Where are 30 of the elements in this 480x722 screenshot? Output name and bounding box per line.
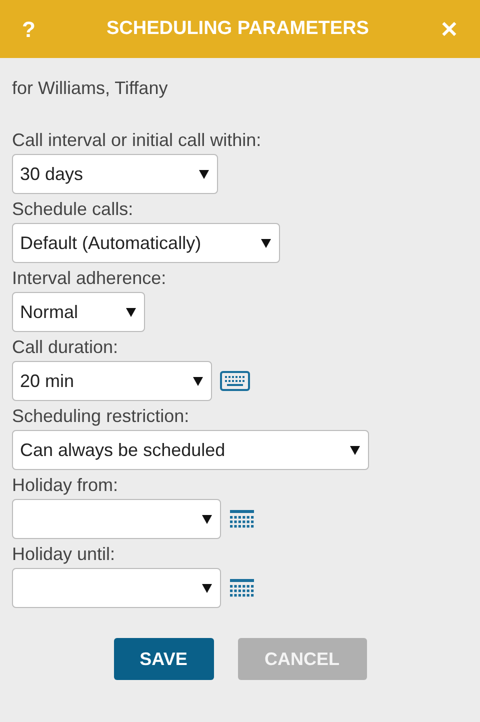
- calendar-icon[interactable]: [229, 509, 255, 529]
- dropdown[interactable]: 30 days: [12, 154, 218, 194]
- dropdown[interactable]: Default (Automatically): [12, 223, 280, 263]
- dropdown[interactable]: Can always be scheduled: [12, 430, 369, 470]
- subtitle: for Williams, Tiffany: [12, 77, 169, 100]
- dropdown-value: 30 days: [20, 162, 84, 186]
- field-label: Interval adherence:: [12, 267, 168, 289]
- calendar-icon[interactable]: [229, 578, 255, 598]
- keyboard-icon[interactable]: [220, 371, 250, 391]
- field-label: Call duration:: [12, 336, 120, 358]
- caret-icon: [202, 514, 212, 524]
- caret-icon: [126, 308, 136, 316]
- field-label: Schedule calls:: [12, 198, 134, 220]
- caret-icon: [202, 584, 212, 592]
- field-label: Holiday until:: [12, 543, 116, 565]
- caret-icon: [350, 446, 360, 454]
- dropdown-value: Can always be scheduled: [20, 438, 226, 462]
- dropdown[interactable]: Normal: [12, 292, 145, 332]
- field-label: Holiday from:: [12, 474, 120, 496]
- dropdown-value: Normal: [20, 300, 78, 324]
- caret-icon: [199, 170, 209, 178]
- dropdown[interactable]: 20 min: [12, 361, 212, 401]
- dropdown-value: 20 min: [20, 370, 74, 392]
- dropdown-value: Default (Automatically): [20, 232, 202, 255]
- field-label: Call interval or initial call within:: [12, 129, 262, 151]
- caret-icon: [261, 238, 271, 248]
- caret-icon: [193, 376, 203, 386]
- dialog-title: SCHEDULING PARAMETERS: [106, 16, 369, 41]
- save-button[interactable]: SAVE: [114, 638, 214, 680]
- field-label: Scheduling restriction:: [12, 405, 190, 427]
